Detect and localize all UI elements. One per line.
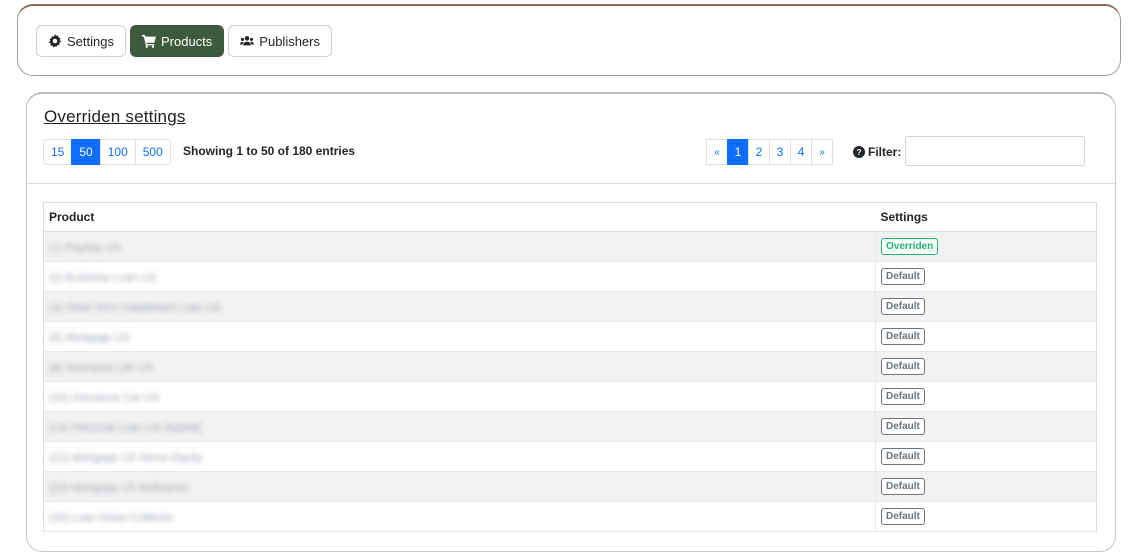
- status-badge: Default: [881, 418, 925, 435]
- table-row[interactable]: (8) Insurance Life US Default: [43, 351, 1097, 382]
- divider: [27, 183, 1115, 184]
- settings-cell: Default: [875, 381, 1097, 412]
- product-cell: (2) Business Loan US: [43, 261, 876, 292]
- filter-label: ? Filter:: [853, 145, 901, 159]
- product-name[interactable]: (23) Mortgage US Refinance: [49, 482, 189, 494]
- page-size-500[interactable]: 500: [134, 139, 171, 165]
- product-name[interactable]: (10) Insurance Car US: [49, 392, 159, 404]
- pagination-page-2[interactable]: 2: [748, 139, 770, 165]
- status-badge: Default: [881, 508, 925, 525]
- status-badge: Default: [881, 448, 925, 465]
- gear-icon: [48, 34, 62, 48]
- pagination-next[interactable]: »: [811, 139, 833, 165]
- settings-cell: Default: [875, 501, 1097, 532]
- table-row[interactable]: (4) Short Term Installment Loan US Defau…: [43, 291, 1097, 322]
- table-header-row: Product Settings: [43, 202, 1097, 232]
- tab-label: Settings: [67, 33, 114, 49]
- product-cell: (1) Payday US: [43, 231, 876, 262]
- tab-settings[interactable]: Settings: [36, 25, 126, 57]
- table-row[interactable]: (10) Insurance Car US Default: [43, 381, 1097, 412]
- status-badge: Default: [881, 358, 925, 375]
- product-name[interactable]: (8) Insurance Life US: [49, 362, 153, 374]
- page-size-15[interactable]: 15: [43, 139, 73, 165]
- pagination-page-1[interactable]: 1: [727, 139, 749, 165]
- product-name[interactable]: (22) Mortgage US Home Equity: [49, 452, 202, 464]
- settings-cell: Default: [875, 351, 1097, 382]
- settings-cell: Default: [875, 291, 1097, 322]
- column-header-settings[interactable]: Settings: [875, 202, 1097, 232]
- product-cell: (10) Insurance Car US: [43, 381, 876, 412]
- tab-label: Publishers: [259, 33, 320, 49]
- page-size-selector: 15 50 100 500: [43, 139, 171, 165]
- status-badge: Default: [881, 298, 925, 315]
- product-name[interactable]: (30) Loan Glass Collector: [49, 512, 174, 524]
- status-badge: Default: [881, 388, 925, 405]
- table-row[interactable]: (6) Mortgage US Default: [43, 321, 1097, 352]
- table-row[interactable]: (22) Mortgage US Home Equity Default: [43, 441, 1097, 472]
- product-name[interactable]: (14) Personal Loan US (hybrid): [49, 422, 201, 434]
- product-cell: (6) Mortgage US: [43, 321, 876, 352]
- table-row[interactable]: (23) Mortgage US Refinance Default: [43, 471, 1097, 502]
- pagination-page-3[interactable]: 3: [769, 139, 791, 165]
- settings-cell: Overriden: [875, 231, 1097, 262]
- pagination-page-4[interactable]: 4: [790, 139, 812, 165]
- settings-cell: Default: [875, 441, 1097, 472]
- status-badge: Default: [881, 268, 925, 285]
- filter-label-text: Filter:: [868, 145, 902, 159]
- entries-info: Showing 1 to 50 of 180 entries: [183, 144, 356, 158]
- status-badge: Default: [881, 478, 925, 495]
- product-name[interactable]: (1) Payday US: [49, 242, 121, 254]
- top-navigation-bar: Settings Products Publishers: [17, 4, 1121, 76]
- page-size-50[interactable]: 50: [71, 139, 101, 165]
- tab-group: Settings Products Publishers: [36, 25, 332, 57]
- pagination-prev[interactable]: «: [706, 139, 728, 165]
- product-cell: (14) Personal Loan US (hybrid): [43, 411, 876, 442]
- panel-title: Overriden settings: [44, 107, 186, 126]
- product-cell: (8) Insurance Life US: [43, 351, 876, 382]
- settings-cell: Default: [875, 411, 1097, 442]
- product-cell: (30) Loan Glass Collector: [43, 501, 876, 532]
- tab-publishers[interactable]: Publishers: [228, 25, 332, 57]
- settings-cell: Default: [875, 321, 1097, 352]
- question-circle-icon: ?: [853, 146, 865, 158]
- svg-text:?: ?: [856, 148, 861, 157]
- product-name[interactable]: (2) Business Loan US: [49, 272, 156, 284]
- product-cell: (4) Short Term Installment Loan US: [43, 291, 876, 322]
- filter-input[interactable]: [905, 136, 1085, 166]
- cart-icon: [141, 34, 156, 48]
- table-row[interactable]: (2) Business Loan US Default: [43, 261, 1097, 292]
- tab-label: Products: [160, 33, 213, 49]
- product-cell: (23) Mortgage US Refinance: [43, 471, 876, 502]
- tab-products[interactable]: Products: [129, 25, 225, 57]
- overriden-settings-panel: Overriden settings 15 50 100 500 Showing…: [26, 92, 1116, 552]
- settings-cell: Default: [875, 261, 1097, 292]
- product-cell: (22) Mortgage US Home Equity: [43, 441, 876, 472]
- products-table: Product Settings (1) Payday US Overriden…: [43, 202, 1097, 532]
- column-header-product[interactable]: Product: [43, 202, 876, 232]
- page-size-100[interactable]: 100: [99, 139, 136, 165]
- table-row[interactable]: (1) Payday US Overriden: [43, 231, 1097, 262]
- settings-cell: Default: [875, 471, 1097, 502]
- users-icon: [240, 36, 255, 46]
- product-name[interactable]: (4) Short Term Installment Loan US: [49, 302, 221, 314]
- table-row[interactable]: (14) Personal Loan US (hybrid) Default: [43, 411, 1097, 442]
- table-row[interactable]: (30) Loan Glass Collector Default: [43, 501, 1097, 532]
- pagination: « 1 2 3 4 »: [706, 139, 833, 165]
- status-badge: Overriden: [881, 238, 939, 255]
- product-name[interactable]: (6) Mortgage US: [49, 332, 130, 344]
- status-badge: Default: [881, 328, 925, 345]
